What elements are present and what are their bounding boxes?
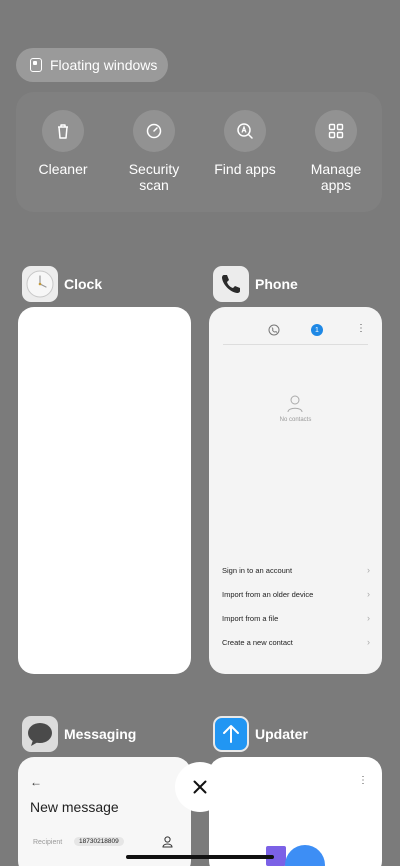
- cleaner-label: Cleaner: [38, 161, 88, 177]
- search-apps-icon: [237, 123, 253, 139]
- find-apps-button[interactable]: Find apps: [200, 110, 290, 177]
- back-arrow-icon[interactable]: ←: [30, 775, 42, 789]
- chevron-right-icon: ›: [367, 565, 370, 575]
- contacts-tab-badge[interactable]: 1: [311, 324, 323, 336]
- phone-icon: [222, 275, 240, 293]
- updater-app-name: Updater: [255, 726, 308, 742]
- clock-header[interactable]: Clock: [22, 266, 102, 302]
- chat-bubble-icon: [28, 723, 52, 746]
- phone-recent-card[interactable]: 1 ⋮ No contacts Sign in to an account › I…: [209, 307, 382, 674]
- floating-windows-label: Floating windows: [50, 57, 158, 73]
- updater-illustration-circle: [285, 845, 325, 866]
- more-options-icon[interactable]: ⋮: [358, 775, 368, 786]
- manage-apps-label: Manage apps: [310, 161, 362, 193]
- updater-recent-card[interactable]: ⋮: [209, 757, 382, 866]
- chevron-right-icon: ›: [367, 637, 370, 647]
- call-log-icon: [268, 324, 280, 336]
- empty-contacts-icon: [287, 395, 303, 413]
- messaging-app-icon: [22, 716, 58, 752]
- updater-app-icon: [213, 716, 249, 752]
- clock-recent-card[interactable]: [18, 307, 191, 674]
- chevron-right-icon: ›: [367, 589, 370, 599]
- add-contact-icon[interactable]: [162, 836, 173, 848]
- import-older-device-option[interactable]: Import from an older device ›: [222, 586, 370, 602]
- clock-icon: [26, 270, 54, 298]
- no-contacts-text: No contacts: [279, 417, 312, 423]
- home-indicator[interactable]: [126, 855, 274, 859]
- find-apps-label: Find apps: [214, 161, 276, 177]
- trash-icon: [58, 124, 68, 139]
- new-message-title: New message: [30, 799, 119, 815]
- phone-app-icon: [213, 266, 249, 302]
- messaging-header[interactable]: Messaging: [22, 716, 136, 752]
- phone-app-name: Phone: [255, 276, 298, 292]
- arrow-up-icon: [223, 725, 239, 743]
- updater-header[interactable]: Updater: [213, 716, 308, 752]
- create-contact-option[interactable]: Create a new contact ›: [222, 634, 370, 650]
- cleaner-button[interactable]: Cleaner: [18, 110, 108, 177]
- import-file-option[interactable]: Import from a file ›: [222, 610, 370, 626]
- quick-tools-panel: Cleaner Security scan Find apps Manage a…: [16, 92, 382, 212]
- close-icon: [193, 780, 207, 794]
- floating-windows-button[interactable]: Floating windows: [16, 48, 168, 82]
- phone-tab-bar: 1 ⋮: [223, 323, 368, 345]
- messaging-app-name: Messaging: [64, 726, 137, 742]
- security-scan-button[interactable]: Security scan: [109, 110, 199, 193]
- clock-app-name: Clock: [64, 276, 103, 292]
- manage-apps-button[interactable]: Manage apps: [291, 110, 381, 193]
- messaging-recent-card[interactable]: ← New message Recipient 18730218809: [18, 757, 191, 866]
- chevron-right-icon: ›: [367, 613, 370, 623]
- gauge-icon: [146, 123, 162, 139]
- clear-all-button[interactable]: [175, 762, 225, 812]
- clock-app-icon: [22, 266, 58, 302]
- phone-header[interactable]: Phone: [213, 266, 298, 302]
- recipient-label: Recipient: [33, 839, 63, 846]
- more-options-icon[interactable]: ⋮: [356, 323, 366, 334]
- sign-in-option[interactable]: Sign in to an account ›: [222, 562, 370, 578]
- recipient-chip[interactable]: 18730218809: [74, 837, 124, 846]
- grid-icon: [328, 123, 344, 139]
- floating-window-icon: [30, 58, 42, 72]
- security-scan-label: Security scan: [128, 161, 180, 193]
